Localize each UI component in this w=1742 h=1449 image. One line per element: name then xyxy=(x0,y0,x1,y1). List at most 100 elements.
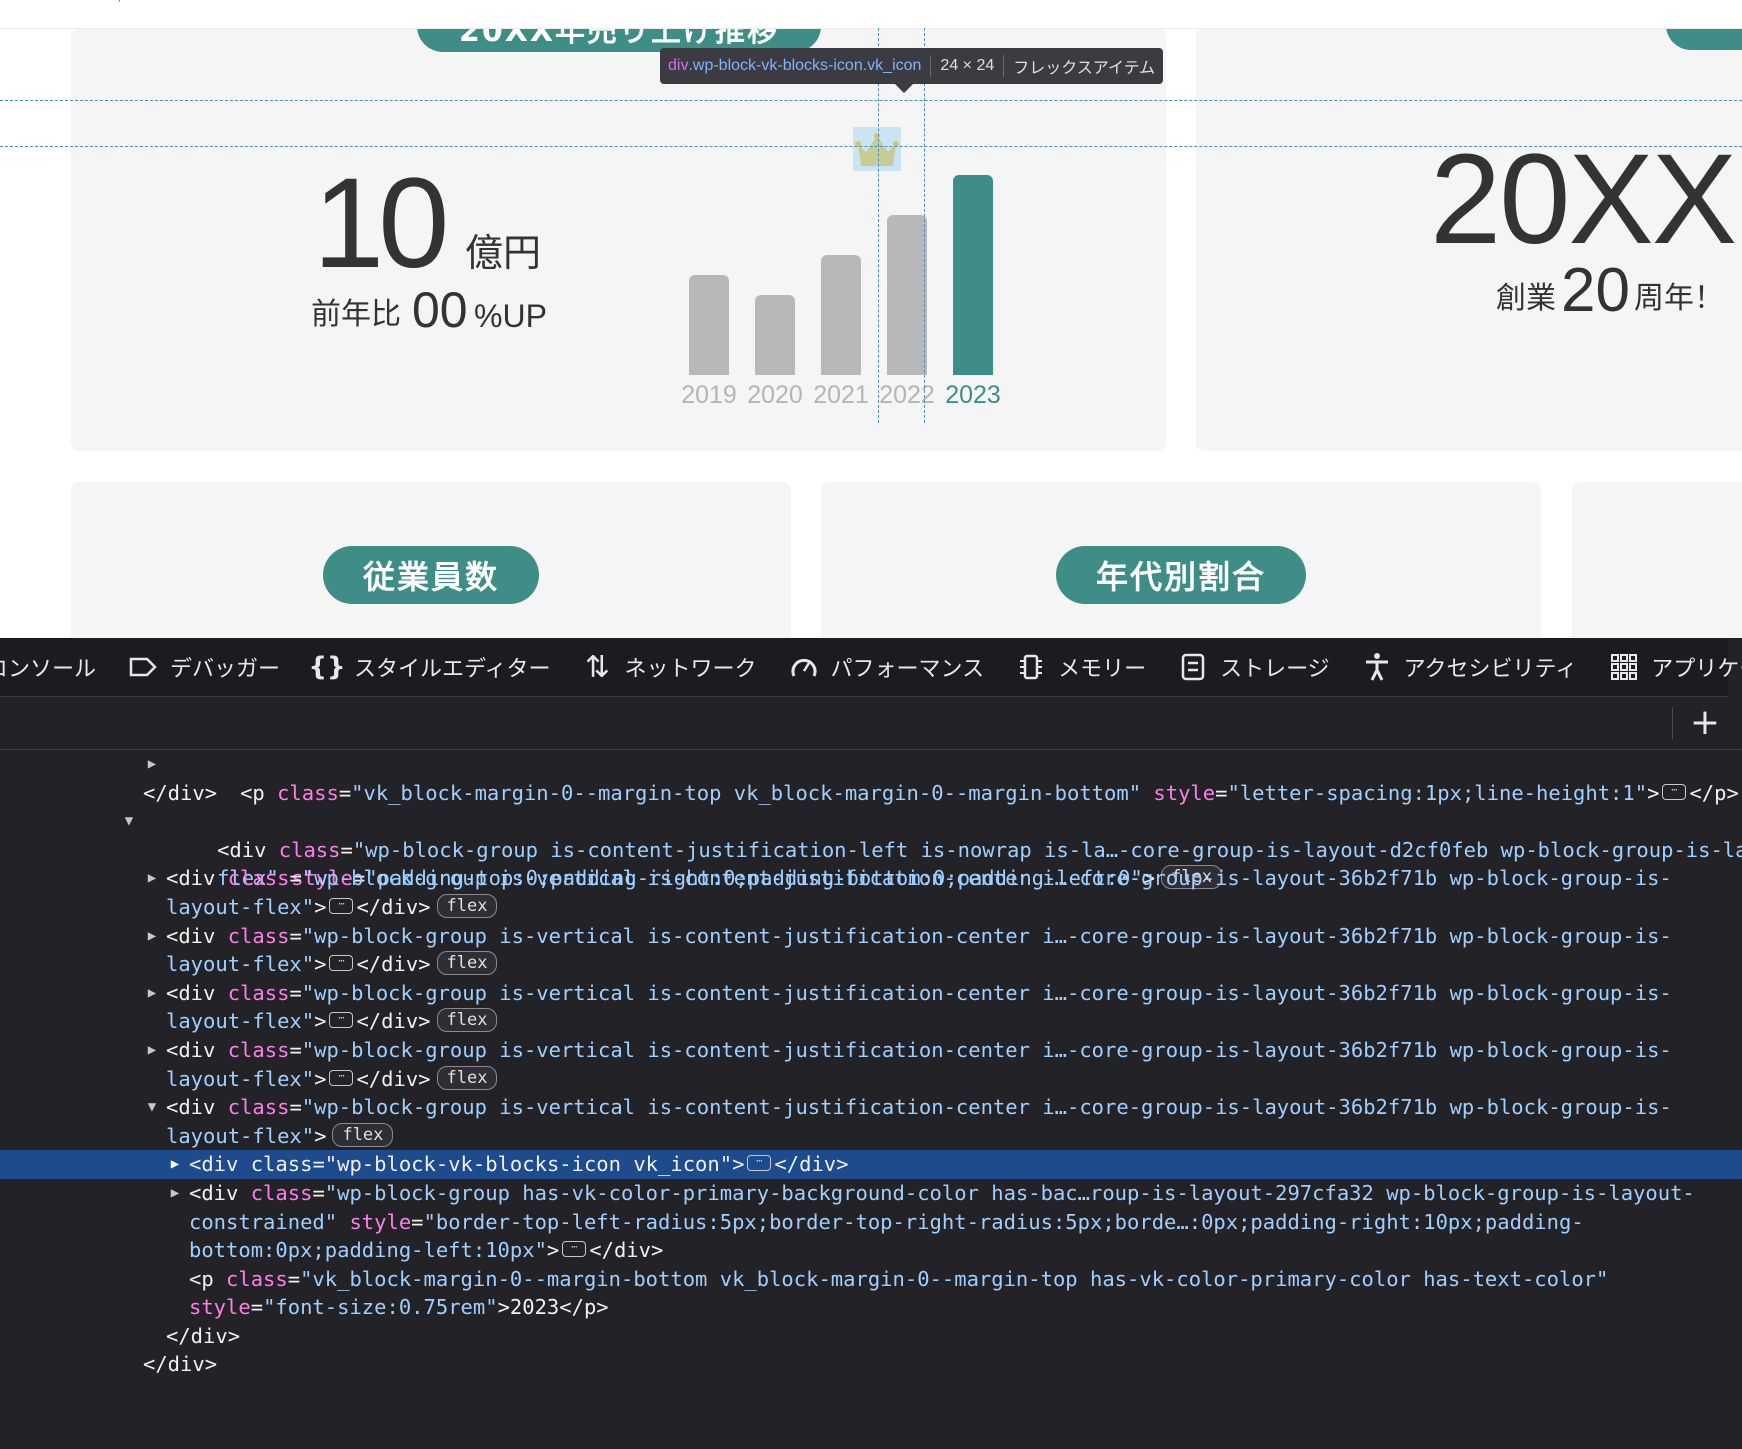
flex-badge[interactable]: flex xyxy=(332,1122,394,1147)
third-card-clipped xyxy=(1572,482,1742,638)
ellipsis-button[interactable]: ⋯ xyxy=(562,1241,587,1258)
age-ratio-card: 年代別割合 xyxy=(821,482,1541,638)
expand-arrow-icon[interactable]: ▶ xyxy=(144,979,160,1008)
flex-badge[interactable]: flex xyxy=(436,1065,498,1090)
year-label-2020: 2020 xyxy=(747,381,803,409)
dom-node-vertical-group[interactable]: ▶ <div class="wp-block-group is-vertical … xyxy=(0,979,1742,1008)
dom-tree: ▶ <p class="vk_block-margin-0--margin-top… xyxy=(0,750,1742,1379)
site-header-strip: ' xyxy=(0,0,1742,29)
sales-card: 20XX年売り上げ推移 10 億円 前年比 00 %UP 2019 2020 202… xyxy=(71,0,1166,451)
inspector-guide-vertical-right xyxy=(924,28,925,423)
dom-node-vertical-group[interactable]: ▶ <div class="wp-block-group is-vertical … xyxy=(0,864,1742,893)
devtools-panel: コンソール デバッガー {} スタイルエディター ⇅ ネットワーク パフォーマン… xyxy=(0,638,1742,1449)
dom-node-vertical-group[interactable]: ▶ <div class="wp-block-group is-vertical … xyxy=(0,922,1742,951)
storage-icon xyxy=(1178,652,1208,682)
expand-arrow-icon[interactable]: ▶ xyxy=(144,864,160,893)
tab-label: コンソール xyxy=(0,657,97,682)
dom-node-vertical-group[interactable]: ▶ <div class="wp-block-group is-vertical … xyxy=(0,1036,1742,1065)
tooltip-tag: div xyxy=(668,57,689,74)
year-label-2019: 2019 xyxy=(681,381,737,409)
tab-accessibility[interactable]: アクセシビリティ xyxy=(1362,651,1578,683)
tab-storage[interactable]: ストレージ xyxy=(1178,651,1330,683)
dom-close-tag: </div> xyxy=(166,1323,241,1348)
web-page-viewport: ' 20XX年売り上げ推移 10 億円 前年比 00 %UP 2019 2020 2… xyxy=(0,0,1742,638)
expand-arrow-icon[interactable]: ▶ xyxy=(144,750,160,779)
year-label-2022: 2022 xyxy=(879,381,935,409)
accessibility-icon xyxy=(1362,652,1392,682)
tab-label: スタイルエディター xyxy=(354,657,551,682)
dom-node-year-label-cont: style="font-size:0.75rem">2023</p> xyxy=(189,1295,609,1320)
ellipsis-button[interactable]: ⋯ xyxy=(329,955,354,972)
expand-arrow-icon[interactable]: ▶ xyxy=(167,1150,183,1179)
tab-label: アプリケーション xyxy=(1651,657,1742,682)
tooltip-role: フレックスアイテム xyxy=(1013,60,1156,77)
dom-node-year-label[interactable]: <p class="vk_block-margin-0--margin-bott… xyxy=(0,1265,1742,1294)
flex-badge[interactable]: flex xyxy=(436,893,498,918)
tab-label: パフォーマンス xyxy=(830,657,985,682)
dom-node-bar-group-cont2: bottom:0px;padding-left:10px"> ⋯ </div> xyxy=(189,1238,664,1263)
expand-arrow-icon[interactable]: ▶ xyxy=(144,922,160,951)
dom-node-vertical-group-expanded-cont: layout-flex"> flex xyxy=(0,1122,1742,1151)
bar-2020 xyxy=(755,295,795,375)
tab-console[interactable]: コンソール xyxy=(0,651,96,683)
dom-node-group-nowrap[interactable]: ▼ <div class="wp-block-group is-content-j… xyxy=(0,807,1742,862)
braces-icon: {} xyxy=(308,652,346,682)
debugger-icon xyxy=(128,652,158,682)
tab-performance[interactable]: パフォーマンス xyxy=(789,651,985,683)
bar-2019 xyxy=(689,275,729,375)
anniversary-year: 20XX xyxy=(1430,128,1737,271)
tooltip-separator xyxy=(930,55,932,77)
tab-label: アクセシビリティ xyxy=(1403,657,1578,682)
dom-node-p[interactable]: ▶ <p class="vk_block-margin-0--margin-top… xyxy=(0,750,1742,805)
tooltip-arrow xyxy=(895,84,913,93)
expand-arrow-icon[interactable]: ▶ xyxy=(167,1179,183,1208)
inspector-toolbar: + xyxy=(0,697,1742,750)
grid-icon xyxy=(1609,652,1639,682)
collapse-arrow-icon[interactable]: ▼ xyxy=(144,1093,160,1122)
ellipsis-button[interactable]: ⋯ xyxy=(329,1069,354,1086)
flex-badge[interactable]: flex xyxy=(436,1008,498,1033)
anniversary-prefix: 創業 xyxy=(1496,281,1556,316)
tab-memory[interactable]: メモリー xyxy=(1016,651,1146,683)
anniversary-suffix: 周年！ xyxy=(1634,281,1724,316)
tab-network[interactable]: ⇅ ネットワーク xyxy=(583,650,757,685)
tab-label: ネットワーク xyxy=(624,657,757,682)
year-label-2021: 2021 xyxy=(813,381,869,409)
sales-yoy-number: 00 xyxy=(412,282,468,338)
sales-amount-unit: 億円 xyxy=(465,231,542,275)
tab-label: デバッガー xyxy=(170,657,281,682)
ellipsis-button[interactable]: ⋯ xyxy=(329,897,354,914)
ellipsis-button[interactable]: ⋯ xyxy=(747,1155,772,1172)
tooltip-separator xyxy=(1003,55,1005,77)
tab-application[interactable]: アプリケーション xyxy=(1609,651,1742,683)
ellipsis-button[interactable]: ⋯ xyxy=(329,1012,354,1029)
year-label-2023: 2023 xyxy=(945,381,1001,409)
tab-style-editor[interactable]: {} スタイルエディター xyxy=(308,651,551,683)
tab-label: メモリー xyxy=(1058,657,1147,682)
bar-2021 xyxy=(821,255,861,375)
sales-yoy-suffix: %UP xyxy=(474,298,547,334)
dom-node-vertical-group-expanded[interactable]: ▼ <div class="wp-block-group is-vertical … xyxy=(0,1093,1742,1122)
devtools-tabbar: コンソール デバッガー {} スタイルエディター ⇅ ネットワーク パフォーマン… xyxy=(0,638,1742,697)
employees-heading: 従業員数 xyxy=(323,546,539,604)
dom-node-bar-group[interactable]: ▶ <div class="wp-block-group has-vk-color… xyxy=(0,1179,1742,1208)
dom-close-tag: </div> xyxy=(143,780,218,805)
tooltip-size: 24 × 24 xyxy=(940,57,995,74)
employees-card: 従業員数 xyxy=(71,482,791,638)
bar-2022 xyxy=(887,215,927,375)
inspector-guide-horizontal-bottom xyxy=(0,146,1742,147)
dom-node-selected-icon-div[interactable]: ▶ <div class="wp-block-vk-blocks-icon vk_… xyxy=(0,1150,1742,1179)
add-node-button[interactable]: + xyxy=(1688,703,1722,743)
gauge-icon xyxy=(789,652,819,682)
sales-bar-chart: 2019 2020 2021 2022 2023 xyxy=(611,88,1031,409)
inspector-tooltip: div .wp-block-vk-blocks-icon.vk_icon 24 ×… xyxy=(660,48,1164,84)
tab-label: ストレージ xyxy=(1220,657,1330,682)
toolbar-divider xyxy=(1672,707,1673,739)
anniversary-number: 20 xyxy=(1561,256,1630,325)
collapse-arrow-icon[interactable]: ▼ xyxy=(121,807,137,836)
expand-arrow-icon[interactable]: ▶ xyxy=(144,1036,160,1065)
sales-yoy-prefix: 前年比 xyxy=(311,297,401,332)
tab-debugger[interactable]: デバッガー xyxy=(128,651,280,683)
anniversary-card: 20XX 創業 20 周年！ xyxy=(1196,0,1742,451)
flex-badge[interactable]: flex xyxy=(436,951,498,976)
